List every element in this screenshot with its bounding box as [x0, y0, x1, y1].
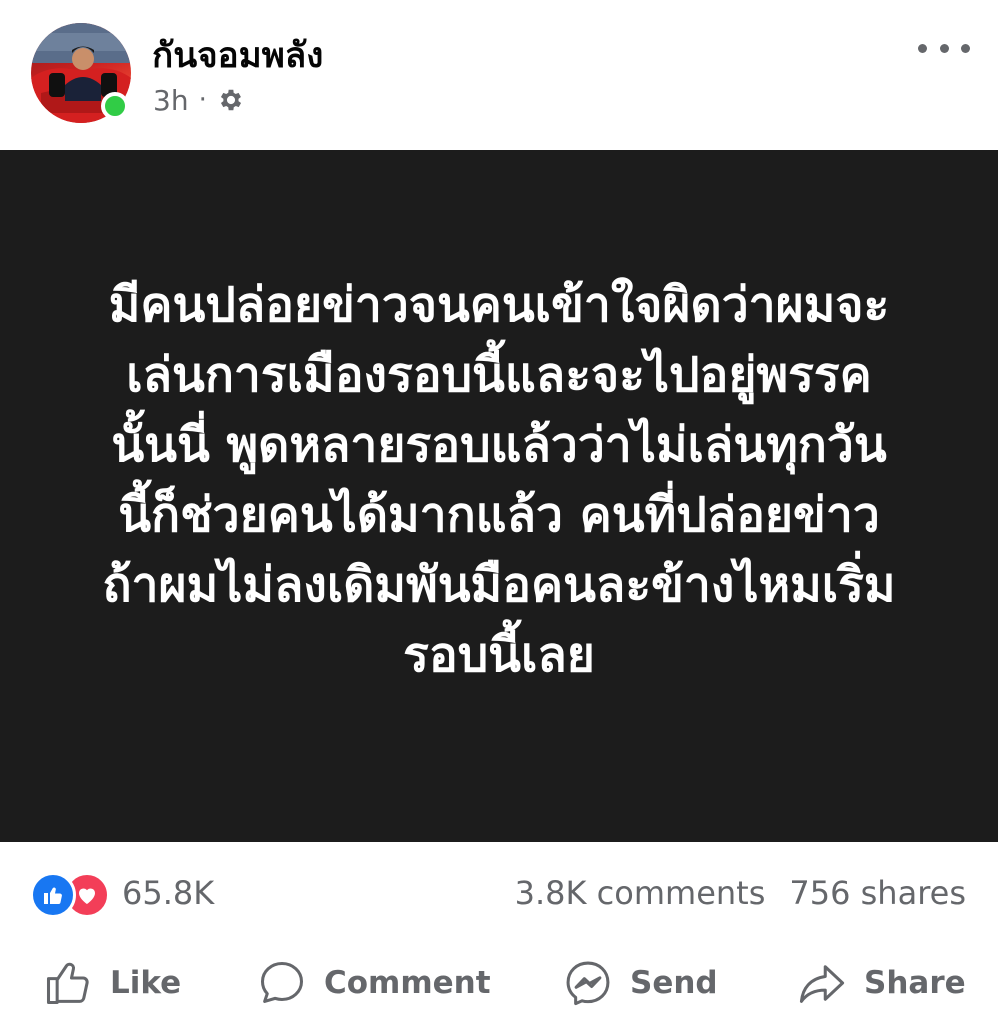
like-button[interactable]: Like — [42, 956, 181, 1010]
share-arrow-icon — [799, 965, 845, 1003]
post-text-line: มีคนปล่อยข่าวจนคนเข้าใจผิดว่าผมจะ — [108, 277, 890, 333]
comment-bubble-icon — [260, 961, 304, 1003]
like-label: Like — [110, 965, 182, 1001]
post-text-line: ถ้าผมไม่ลงเดิมพันมือคนละข้างไหมเริ่ม — [102, 557, 896, 613]
post-text: มีคนปล่อยข่าวจนคนเข้าใจผิดว่าผมจะ เล่นกา… — [59, 270, 939, 690]
messenger-icon — [566, 961, 610, 1006]
post-time[interactable]: 3h — [153, 84, 189, 117]
reaction-icons[interactable] — [30, 872, 114, 918]
reactions-count[interactable]: 65.8K — [122, 874, 214, 912]
post-text-line: นั้นนี่ พูดหลายรอบแล้วว่าไม่เล่นทุกวัน — [111, 417, 887, 473]
comment-label: Comment — [324, 965, 491, 1001]
post-stats: 65.8K 3.8K comments 756 shares — [0, 860, 998, 926]
more-dot-icon — [918, 43, 927, 53]
shares-count[interactable]: 756 shares — [789, 874, 966, 912]
share-button[interactable]: Share — [796, 956, 966, 1010]
post-text-line: เล่นการเมืองรอบนี้และจะไปอยู่พรรค — [126, 347, 872, 403]
more-dot-icon — [961, 43, 970, 53]
post-text-background[interactable]: มีคนปล่อยข่าวจนคนเข้าใจผิดว่าผมจะ เล่นกา… — [0, 150, 998, 842]
send-button[interactable]: Send — [562, 956, 718, 1010]
comments-count[interactable]: 3.8K comments — [515, 874, 766, 912]
thumbs-up-icon — [46, 962, 89, 1005]
like-reaction-icon — [30, 872, 76, 918]
more-options-button[interactable] — [918, 34, 970, 62]
action-bar: Like Comment Send Share — [0, 948, 998, 1018]
post-header: กันจอมพลัง 3h · — [0, 0, 998, 150]
share-label: Share — [864, 965, 966, 1001]
post-text-line: รอบนี้เลย — [403, 627, 595, 683]
meta-separator: · — [198, 85, 207, 115]
author-name[interactable]: กันจอมพลัง — [152, 28, 323, 83]
engagement-counts: 3.8K comments 756 shares — [515, 874, 966, 912]
online-status-dot — [101, 92, 129, 120]
comment-button[interactable]: Comment — [256, 956, 491, 1010]
post-text-line: นี้ก็ช่วยคนได้มากแล้ว คนที่ปล่อยข่าว — [118, 487, 880, 543]
gear-icon[interactable] — [217, 86, 245, 114]
post-meta: 3h · — [153, 82, 245, 118]
more-dot-icon — [939, 43, 949, 53]
send-label: Send — [630, 965, 718, 1001]
